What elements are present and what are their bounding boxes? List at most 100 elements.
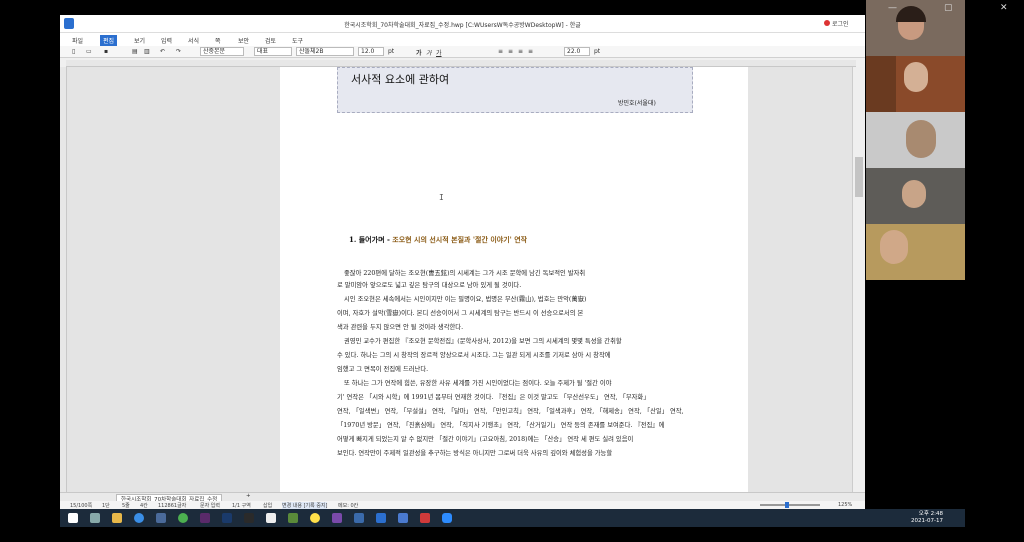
zoom-icon[interactable] bbox=[442, 513, 452, 523]
heading-prefix: 1. 들어가며 - bbox=[349, 235, 393, 244]
menu-format[interactable]: 서식 bbox=[188, 36, 199, 45]
font-size-unit: pt bbox=[388, 48, 395, 55]
menu-security[interactable]: 보안 bbox=[238, 36, 249, 45]
add-tab-button[interactable]: + bbox=[246, 493, 251, 499]
document-page[interactable]: 서사적 요소에 관하여 방민호(서울대) I 1. 들어가며 - 조오현 시의 … bbox=[280, 67, 748, 492]
title-box[interactable]: 서사적 요소에 관하여 방민호(서울대) bbox=[337, 67, 693, 113]
menu-bar: 파일 편집 보기 입력 서식 쪽 보안 검토 도구 bbox=[60, 33, 865, 46]
minimize-icon[interactable]: — bbox=[888, 3, 897, 13]
paragraph-line: 또 하나는 그가 연작에 힘쓴, 유장한 사유 세계를 가진 시인이었다는 점이… bbox=[344, 380, 612, 387]
login-link[interactable]: 로그인 bbox=[832, 19, 849, 28]
horizontal-ruler[interactable] bbox=[66, 60, 856, 67]
start-icon[interactable] bbox=[68, 513, 78, 523]
bookshelf bbox=[866, 56, 896, 112]
font-select[interactable]: 산돌체2B bbox=[296, 47, 354, 56]
edge-icon[interactable] bbox=[134, 513, 144, 523]
paragraph-line: 어떻게 빠지게 되었는지 알 수 없지만 「절간 이야기」(고요아침, 2018… bbox=[337, 436, 634, 443]
video-tile-3 bbox=[866, 112, 965, 168]
align-center-icon[interactable]: ≡ bbox=[508, 48, 513, 55]
status-part: 1/1 구역 bbox=[232, 503, 251, 509]
paragraph-line: 수 있다. 하나는 그의 시 창작의 장르적 양상으로서 시조다. 그는 일관 … bbox=[337, 352, 611, 359]
zoom-track[interactable] bbox=[860, 504, 861, 505]
video-tile-4 bbox=[866, 168, 965, 224]
menu-view[interactable]: 보기 bbox=[134, 36, 145, 45]
underline-button[interactable]: 가 bbox=[436, 48, 442, 57]
paragraph-line: 시인 조오현은 세속에서는 시인이지만 이는 필명이요, 법명은 무산(霧山),… bbox=[344, 296, 587, 303]
mail-icon[interactable] bbox=[156, 513, 166, 523]
align-left-icon[interactable]: ≡ bbox=[498, 48, 503, 55]
paragraph-line: 색과 관련을 두지 않으면 안 될 것이라 생각한다. bbox=[337, 324, 464, 331]
status-chars: 112861글자 bbox=[158, 503, 187, 509]
paragraph-line: 권영민 교수가 편집한 『조오현 문학전집』(문학사상사, 2012)을 보면 … bbox=[344, 338, 622, 345]
acrobat-icon[interactable] bbox=[420, 513, 430, 523]
redo-icon[interactable]: ↷ bbox=[176, 48, 181, 55]
maximize-icon[interactable]: ▢ bbox=[944, 3, 953, 13]
save-icon[interactable]: ▪ bbox=[104, 48, 108, 55]
status-page: 15/100쪽 bbox=[70, 503, 93, 509]
menu-edit[interactable]: 편집 bbox=[100, 35, 118, 46]
paragraph-line: 임했고 그 면목이 전집에 드러난다. bbox=[337, 366, 429, 373]
menu-file[interactable]: 파일 bbox=[72, 36, 83, 45]
lang-value: 대표 bbox=[257, 48, 269, 55]
participant-avatar bbox=[904, 62, 928, 92]
paragraph-line: 「1970년 방문」 연작, 「진흙심에」 연작, 「직지사 기행초」 연작, … bbox=[337, 422, 665, 429]
app5-icon[interactable] bbox=[398, 513, 408, 523]
document-title: 서사적 요소에 관하여 bbox=[351, 73, 450, 86]
zoom-thumb[interactable] bbox=[785, 502, 789, 508]
file-explorer-icon[interactable] bbox=[112, 513, 122, 523]
close-icon[interactable]: ✕ bbox=[1000, 3, 1008, 13]
participant-avatar bbox=[902, 180, 926, 208]
line-spacing-input[interactable]: 22.0 bbox=[564, 47, 590, 56]
indesign-icon[interactable] bbox=[200, 513, 210, 523]
line-spacing-unit: pt bbox=[594, 48, 601, 55]
video-tile-5 bbox=[866, 224, 965, 280]
preview-icon[interactable]: ▥ bbox=[144, 48, 150, 55]
section-heading: 1. 들어가며 - 조오현 시의 선시적 본질과 '절간 이야기' 연작 bbox=[349, 235, 527, 245]
app-icon[interactable] bbox=[244, 513, 254, 523]
status-insert[interactable]: 삽입 bbox=[263, 502, 272, 509]
scroll-thumb[interactable] bbox=[855, 157, 863, 197]
status-memo: 메모: 0칸 bbox=[338, 503, 359, 509]
status-bar: 15/100쪽 1단 5줄 4칸 112861글자 문자 입력 1/1 구역 삽… bbox=[60, 501, 865, 509]
app3-icon[interactable] bbox=[332, 513, 342, 523]
status-line: 5줄 bbox=[122, 503, 130, 509]
photoshop-icon[interactable] bbox=[222, 513, 232, 523]
bold-button[interactable]: 가 bbox=[416, 48, 422, 57]
new-doc-icon[interactable]: ▯ bbox=[72, 48, 75, 55]
participant-avatar bbox=[906, 120, 936, 158]
justify-icon[interactable]: ≡ bbox=[528, 48, 533, 55]
vertical-scrollbar[interactable] bbox=[852, 67, 865, 492]
task-view-icon[interactable] bbox=[90, 513, 100, 523]
menu-insert[interactable]: 입력 bbox=[161, 36, 172, 45]
italic-button[interactable]: 가 bbox=[426, 48, 432, 57]
para-style-select[interactable]: 산중본문 bbox=[200, 47, 244, 56]
participant-hair bbox=[896, 6, 926, 22]
clock-time: 오후 2:48 bbox=[918, 511, 943, 517]
status-track-changes[interactable]: 변경 내용 [기록 중지] bbox=[282, 502, 328, 509]
dropbox-icon[interactable] bbox=[266, 513, 276, 523]
font-size-input[interactable]: 12.0 bbox=[358, 47, 384, 56]
print-icon[interactable]: ▤ bbox=[132, 48, 138, 55]
open-icon[interactable]: ▭ bbox=[86, 48, 92, 55]
menu-review[interactable]: 검토 bbox=[265, 36, 276, 45]
lang-select[interactable]: 대표 bbox=[254, 47, 292, 56]
participant-avatar bbox=[880, 230, 908, 264]
kakaotalk-icon[interactable] bbox=[310, 513, 320, 523]
align-right-icon[interactable]: ≡ bbox=[518, 48, 523, 55]
undo-icon[interactable]: ↶ bbox=[160, 48, 165, 55]
system-clock[interactable]: 오후 2:48 2021-07-17 bbox=[911, 511, 943, 525]
app4-icon[interactable] bbox=[354, 513, 364, 523]
hwp-taskbar-icon[interactable] bbox=[376, 513, 386, 523]
zoom-bar[interactable] bbox=[760, 504, 820, 506]
menu-page[interactable]: 쪽 bbox=[215, 36, 221, 45]
paragraph-line: 로 말미암아 앞으로도 넓고 깊은 탐구의 대상으로 남아 있게 될 것이다. bbox=[337, 282, 522, 289]
zoom-level: 125% bbox=[838, 502, 853, 508]
chrome-icon[interactable] bbox=[178, 513, 188, 523]
app2-icon[interactable] bbox=[288, 513, 298, 523]
vertical-ruler[interactable] bbox=[60, 67, 67, 492]
document-area: 서사적 요소에 관하여 방민호(서울대) I 1. 들어가며 - 조오현 시의 … bbox=[67, 67, 852, 492]
author-line: 방민호(서울대) bbox=[618, 100, 656, 107]
paragraph-line: 좋잖아 220편에 달하는 조오현(曺五鉉)의 시세계는 그가 시조 문학에 남… bbox=[344, 270, 586, 277]
line-spacing-value: 22.0 bbox=[567, 48, 581, 55]
menu-tools[interactable]: 도구 bbox=[292, 36, 303, 45]
